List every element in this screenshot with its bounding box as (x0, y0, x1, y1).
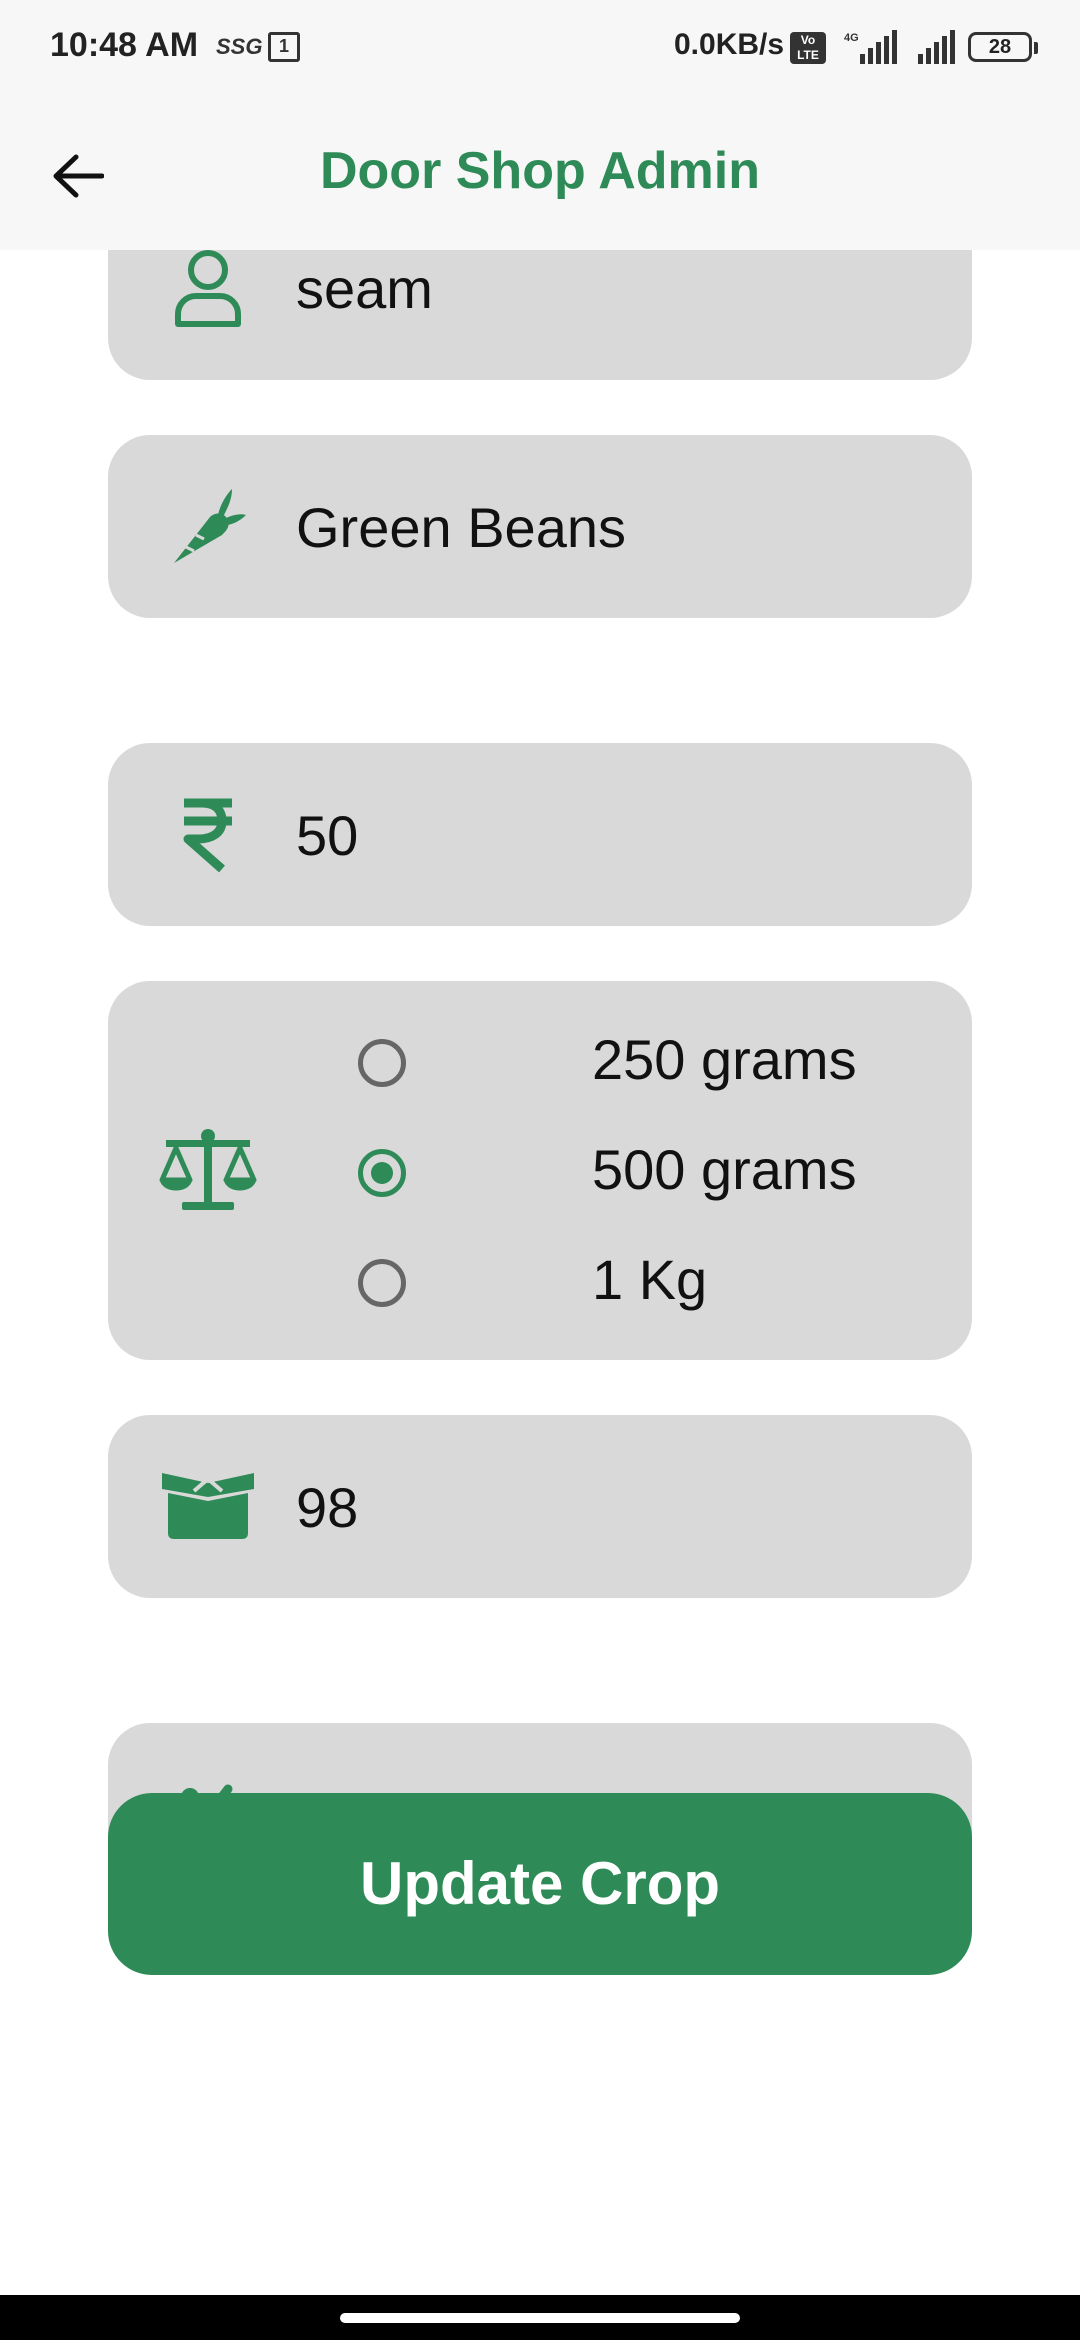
radio-option-500g[interactable]: 500 grams (358, 1137, 858, 1217)
update-crop-button[interactable]: Update Crop (108, 1793, 972, 1975)
radio-label: 1 Kg (592, 1248, 708, 1311)
price-field[interactable]: 50 (108, 743, 972, 926)
radio-label: 500 grams (592, 1138, 857, 1201)
home-gesture-handle[interactable] (340, 2313, 740, 2323)
svg-text:4G: 4G (844, 32, 859, 44)
radio-button[interactable] (358, 1039, 406, 1087)
radio-option-250g[interactable]: 250 grams (358, 1027, 858, 1107)
signal-icon: 4G (844, 30, 897, 64)
radio-button-selected[interactable] (358, 1149, 406, 1197)
farmer-name-field[interactable]: seam (108, 250, 972, 380)
crop-name-field[interactable]: Green Beans (108, 435, 972, 618)
person-icon (158, 250, 258, 338)
sim-indicator: SSG (216, 34, 263, 59)
navigation-bar (0, 2295, 1080, 2340)
crop-name-value: Green Beans (296, 496, 626, 559)
signal-icon-2 (918, 30, 955, 64)
farmer-name-value: seam (296, 257, 433, 320)
box-icon (158, 1455, 258, 1555)
radio-option-1kg[interactable]: 1 Kg (358, 1247, 858, 1327)
status-time: 10:48 AM (50, 26, 199, 64)
radio-label: 250 grams (592, 1028, 857, 1091)
network-speed: 0.0KB/s (674, 28, 785, 61)
stock-value: 98 (296, 1476, 359, 1539)
price-value: 50 (296, 804, 359, 867)
radio-button[interactable] (358, 1259, 406, 1307)
quantity-unit-field: 250 grams 500 grams 1 Kg (108, 981, 972, 1360)
calendar-icon: 1 (268, 32, 300, 62)
battery-icon: 28 (968, 32, 1038, 62)
carrot-icon (158, 477, 258, 577)
volte-icon: Vo LTE (790, 32, 826, 64)
status-bar: 10:48 AM SSG 1 0.0KB/s Vo LTE 4G 28 (0, 0, 1080, 96)
stock-field[interactable]: 98 (108, 1415, 972, 1598)
crop-form: seam Green Beans 50 250 grams 500 grams … (0, 250, 1080, 2295)
scale-icon (158, 1119, 258, 1219)
app-bar: Door Shop Admin (0, 96, 1080, 250)
rupee-icon (158, 785, 258, 885)
page-title: Door Shop Admin (319, 142, 761, 200)
